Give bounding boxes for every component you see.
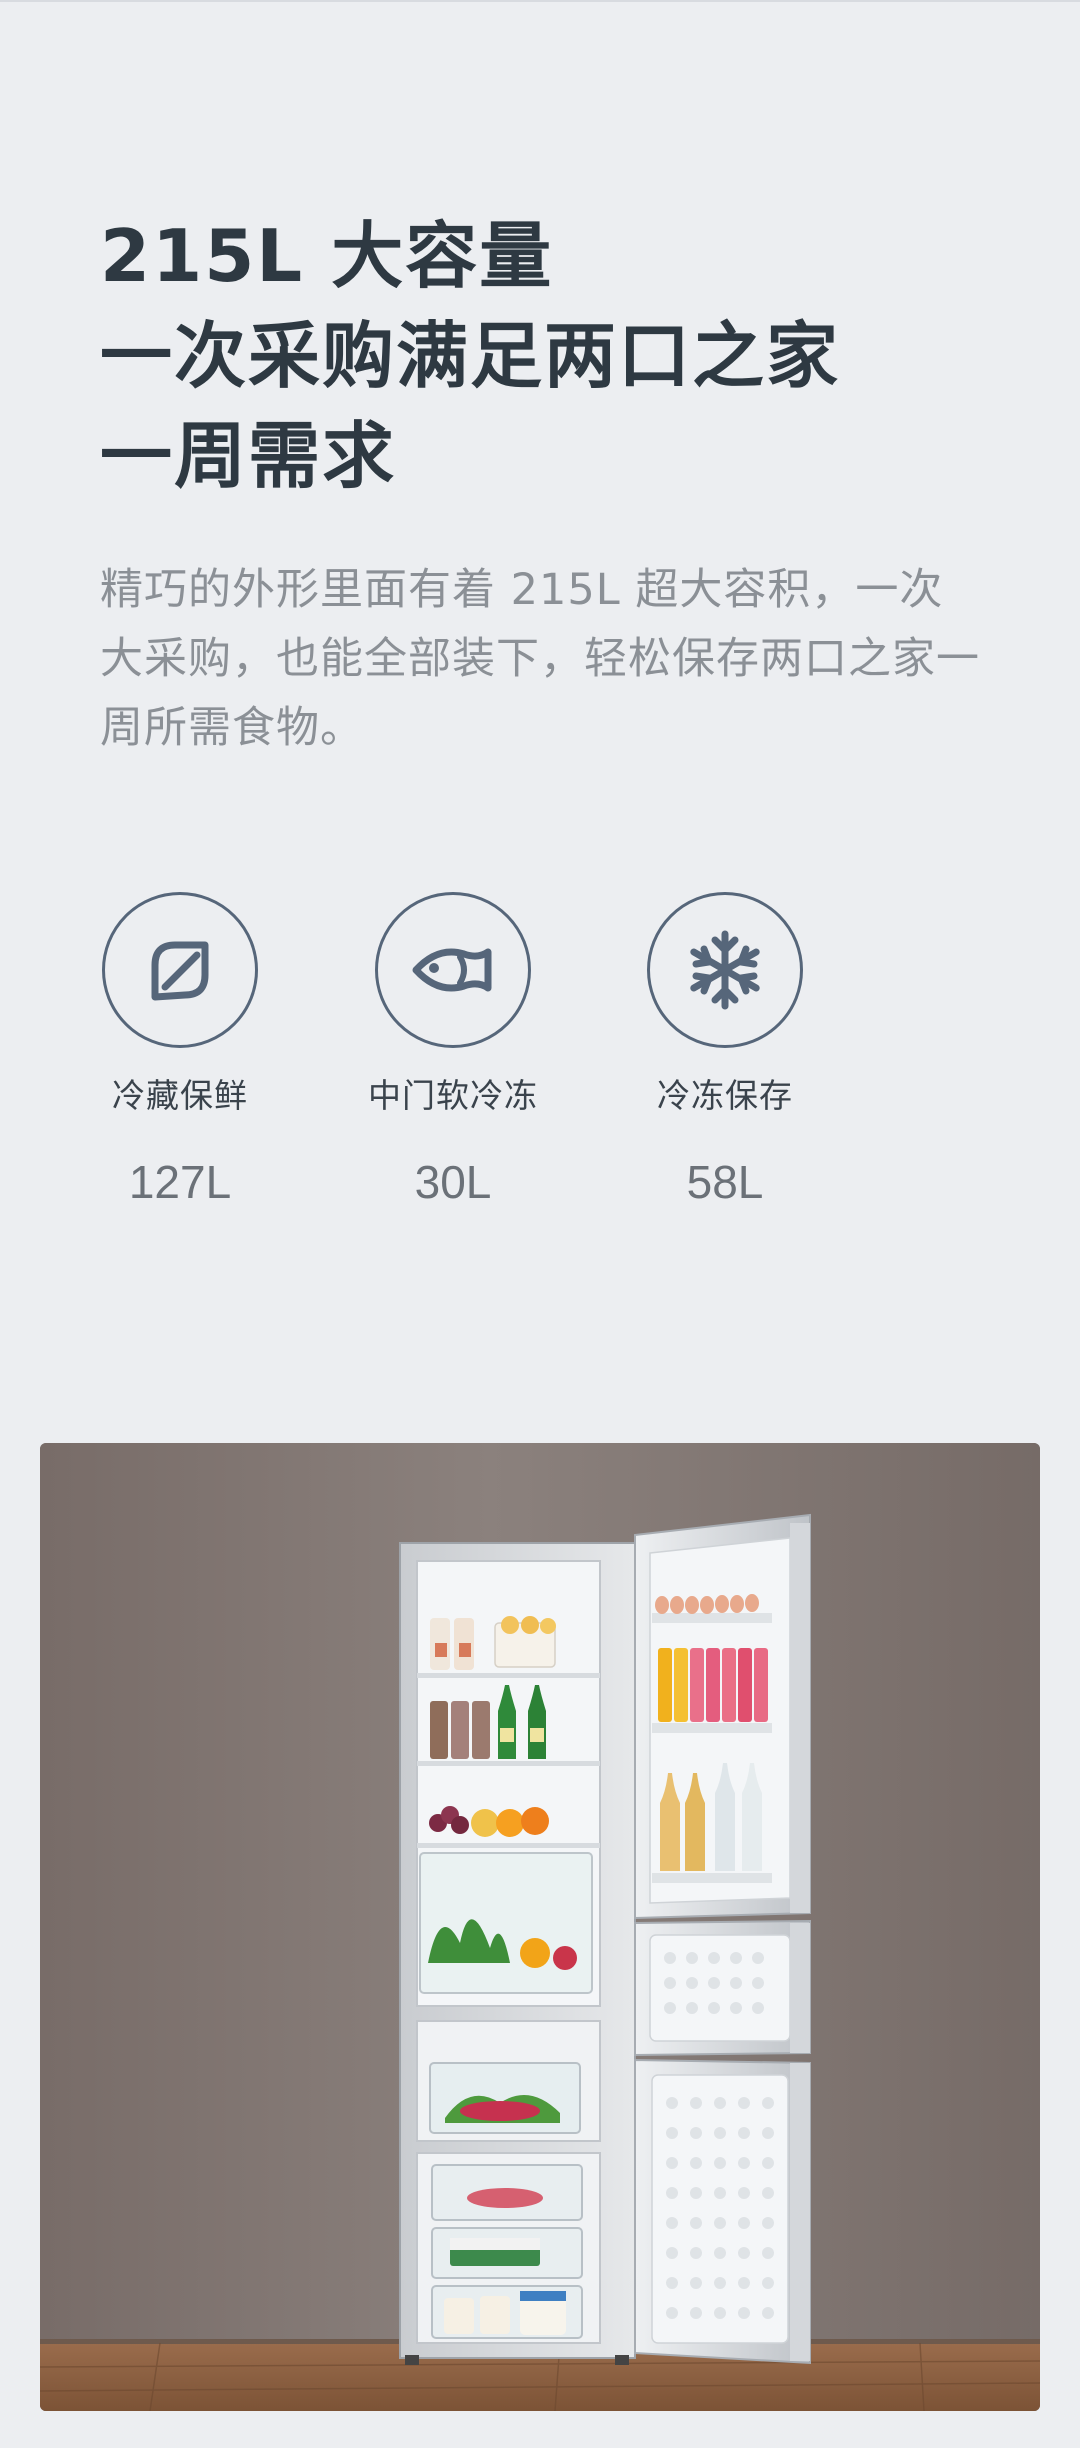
feature-list: 冷藏保鲜 127L 中门软冷冻 30L 冷冻保存 58L [0,890,1080,1230]
leaf-icon [102,892,258,1048]
description: 精巧的外形里面有着 215L 超大容积，一次大采购，也能全部装下，轻松保存两口之… [100,565,980,753]
feature-freezer: 冷冻保存 58L [585,890,865,1210]
top-divider [0,0,1080,2]
fish-icon [375,892,531,1048]
feature-label: 冷藏保鲜 [112,1076,248,1115]
feature-value: 30L [414,1156,492,1208]
refrigerator-photo [40,1443,1040,2411]
fridge-doors [634,1513,811,2365]
headline-line-2: 一次采购满足两口之家 [100,314,841,398]
headline-line-3: 一周需求 [100,414,397,498]
headline-line-1: 215L 大容量 [100,214,554,298]
feature-label: 冷冻保存 [657,1076,793,1115]
feature-value: 58L [686,1156,764,1208]
product-page: 215L 大容量 一次采购满足两口之家 一周需求 精巧的外形里面有着 215L … [0,0,1080,2448]
feature-soft-freeze: 中门软冷冻 30L [313,890,593,1210]
feature-label: 中门软冷冻 [368,1076,538,1115]
headline: 215L 大容量 一次采购满足两口之家 一周需求 [100,206,1000,506]
snowflake-icon [647,892,803,1048]
feature-fridge-fresh: 冷藏保鲜 127L [40,890,320,1210]
feature-value: 127L [128,1156,232,1208]
fridge-body [399,1542,636,2365]
